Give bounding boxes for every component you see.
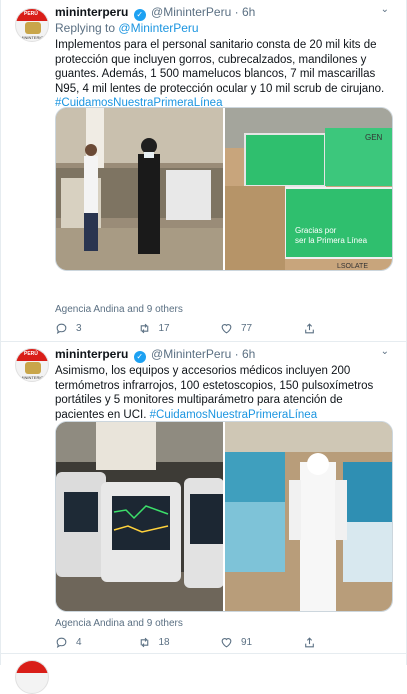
avatar[interactable]: PERÚ MININTERIOR — [15, 348, 49, 382]
tweet-media[interactable]: Gracias por ser la Primera Línea GEN LSO… — [55, 107, 393, 271]
flag-icon — [16, 661, 48, 673]
tweet-header: mininterperu ✓ @MininterPeru · 6h — [55, 346, 395, 363]
retweet-button[interactable]: 18 — [138, 636, 221, 649]
warehouse-photo — [56, 108, 223, 270]
separator-dot: · — [234, 347, 239, 361]
liked-by[interactable]: Agencia Andina and 9 others — [55, 304, 183, 315]
box-label-1: Gracias por — [295, 226, 337, 235]
heart-icon — [221, 324, 232, 334]
timestamp[interactable]: 6h — [242, 347, 255, 361]
photo-right[interactable]: Gracias por ser la Primera Línea GEN LSO… — [225, 108, 392, 270]
tweet-actions: 4 18 91 — [55, 636, 385, 649]
crest-icon — [25, 362, 41, 374]
share-button[interactable] — [303, 636, 386, 649]
like-button[interactable]: 91 — [220, 636, 303, 649]
chevron-down-icon[interactable]: ⌄ — [381, 346, 389, 357]
supplies-photo — [225, 422, 392, 611]
reply-count: 4 — [76, 637, 82, 648]
retweet-icon — [140, 323, 148, 334]
box-label-2: ser la Primera Línea — [295, 236, 368, 245]
avatar[interactable] — [15, 660, 49, 694]
share-icon — [304, 637, 314, 648]
author-name[interactable]: mininterperu — [55, 5, 128, 19]
hashtag-link[interactable]: #CuidamosNuestraPrimeraLínea — [150, 409, 317, 421]
verified-icon: ✓ — [133, 351, 146, 363]
author-handle[interactable]: @MininterPeru — [151, 347, 231, 361]
avatar-flag-text: PERÚ — [24, 351, 38, 357]
photo-right[interactable] — [225, 422, 392, 611]
share-button[interactable] — [303, 322, 386, 335]
author-handle[interactable]: @MininterPeru — [151, 5, 231, 19]
reply-count: 3 — [76, 323, 82, 334]
photo-left[interactable] — [56, 422, 223, 611]
tweet-text: Asimismo, los equipos y accesorios médic… — [55, 364, 395, 422]
reply-button[interactable]: 3 — [55, 322, 138, 335]
box-brand: GEN — [365, 133, 383, 142]
retweet-count: 18 — [158, 637, 170, 648]
tweet[interactable]: PERÚ MININTERIOR mininterperu ✓ @Mininte… — [1, 0, 407, 342]
like-count: 77 — [241, 323, 253, 334]
retweet-icon — [140, 637, 148, 648]
tweet-header: mininterperu ✓ @MininterPeru · 6h — [55, 4, 395, 21]
author-name[interactable]: mininterperu — [55, 347, 128, 361]
chevron-down-icon[interactable]: ⌄ — [381, 4, 389, 15]
heart-icon — [221, 638, 232, 648]
avatar-flag-text: PERÚ — [24, 11, 38, 17]
tweet-actions: 3 17 77 — [55, 322, 385, 335]
replying-prefix: Replying to — [55, 21, 116, 35]
photo-left[interactable] — [56, 108, 223, 270]
crest-icon — [25, 22, 41, 34]
reply-icon — [56, 323, 67, 334]
like-button[interactable]: 77 — [220, 322, 303, 335]
avatar[interactable]: PERÚ MININTERIOR — [15, 8, 49, 42]
mention-link[interactable]: @MininterPeru — [118, 21, 198, 35]
liked-by[interactable]: Agencia Andina and 9 others — [55, 618, 183, 629]
box-side-label: LSOLATE — [337, 263, 368, 270]
monitors-photo — [56, 422, 223, 611]
like-count: 91 — [241, 637, 253, 648]
avatar-subtitle: MININTERIOR — [20, 375, 47, 380]
timestamp[interactable]: 6h — [242, 5, 255, 19]
retweet-button[interactable]: 17 — [138, 322, 221, 335]
replying-to: Replying to @MininterPeru — [55, 20, 395, 36]
tweet-body: Implementos para el personal sanitario c… — [55, 39, 385, 95]
share-icon — [304, 323, 314, 334]
retweet-count: 17 — [158, 323, 170, 334]
avatar-subtitle: MININTERIOR — [20, 35, 47, 40]
boxes-photo: Gracias por ser la Primera Línea GEN LSO… — [225, 108, 392, 270]
reply-button[interactable]: 4 — [55, 636, 138, 649]
separator-dot: · — [234, 5, 239, 19]
timeline: PERÚ MININTERIOR mininterperu ✓ @Mininte… — [0, 0, 407, 694]
tweet[interactable]: PERÚ MININTERIOR mininterperu ✓ @Mininte… — [1, 342, 407, 654]
tweet-media[interactable] — [55, 421, 393, 612]
tweet-text: Implementos para el personal sanitario c… — [55, 38, 395, 111]
reply-icon — [56, 637, 67, 648]
next-tweet-preview[interactable] — [1, 654, 407, 694]
